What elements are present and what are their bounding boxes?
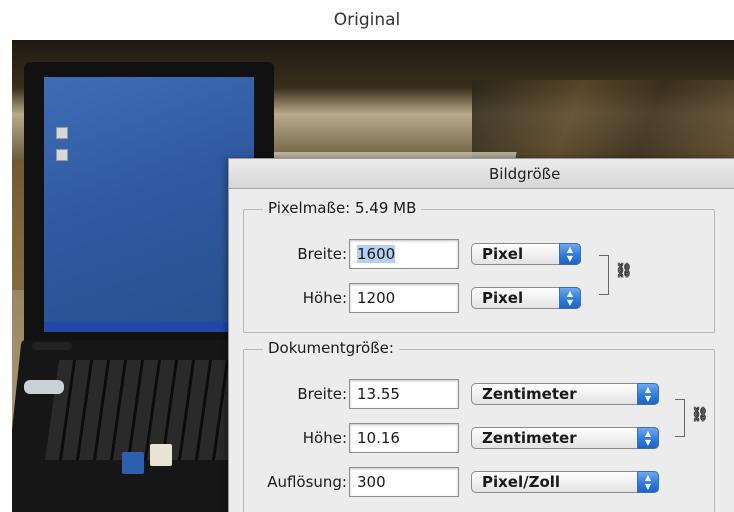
resolution-unit-select[interactable]: Pixel/Zoll ▲ ▼	[471, 471, 659, 493]
resolution-input[interactable]: 300	[349, 467, 459, 497]
pixel-height-input[interactable]: 1200	[349, 283, 459, 313]
cable	[32, 342, 72, 350]
doc-width-input[interactable]: 13.55	[349, 379, 459, 409]
pixel-width-unit-select[interactable]: Pixel ▲ ▼	[471, 243, 581, 265]
doc-height-unit-select[interactable]: Zentimeter ▲ ▼	[471, 427, 659, 449]
dialog-title: Bildgröße	[489, 165, 561, 183]
doc-width-unit-select[interactable]: Zentimeter ▲ ▼	[471, 383, 659, 405]
cable	[24, 380, 64, 394]
doc-width-label: Breite:	[297, 385, 347, 403]
pixel-dimensions-legend: Pixelmaße: 5.49 MB	[263, 199, 422, 217]
sticker	[150, 444, 172, 466]
resolution-label: Auflösung:	[267, 473, 347, 491]
image-size-dialog: Bildgröße Pixelmaße: 5.49 MB Breite: 160…	[228, 158, 734, 512]
dialog-titlebar[interactable]: Bildgröße	[229, 159, 734, 189]
chain-link-icon: ⛓	[691, 407, 709, 423]
pixel-height-label: Höhe:	[302, 289, 347, 307]
doc-height-label: Höhe:	[302, 429, 347, 447]
laptop-screen	[44, 77, 254, 332]
caption: Original	[333, 10, 401, 30]
pixel-dimensions-group	[243, 209, 715, 333]
taskbar	[44, 322, 254, 332]
select-arrows-icon: ▲ ▼	[637, 471, 659, 493]
desktop-icon	[56, 127, 68, 139]
pixel-width-label: Breite:	[297, 245, 347, 263]
select-arrows-icon: ▲ ▼	[559, 287, 581, 309]
select-arrows-icon: ▲ ▼	[559, 243, 581, 265]
document-size-legend: Dokumentgröße:	[263, 339, 399, 357]
chain-link-icon: ⛓	[615, 263, 633, 279]
pixel-constrain-bracket	[599, 255, 609, 295]
desktop-icon	[56, 149, 68, 161]
doc-height-input[interactable]: 10.16	[349, 423, 459, 453]
sticker	[122, 452, 144, 474]
keyboard	[44, 360, 250, 460]
select-arrows-icon: ▲ ▼	[637, 427, 659, 449]
pixel-height-unit-select[interactable]: Pixel ▲ ▼	[471, 287, 581, 309]
select-arrows-icon: ▲ ▼	[637, 383, 659, 405]
document-constrain-bracket	[675, 399, 685, 437]
pixel-width-input[interactable]: 1600	[349, 239, 459, 269]
